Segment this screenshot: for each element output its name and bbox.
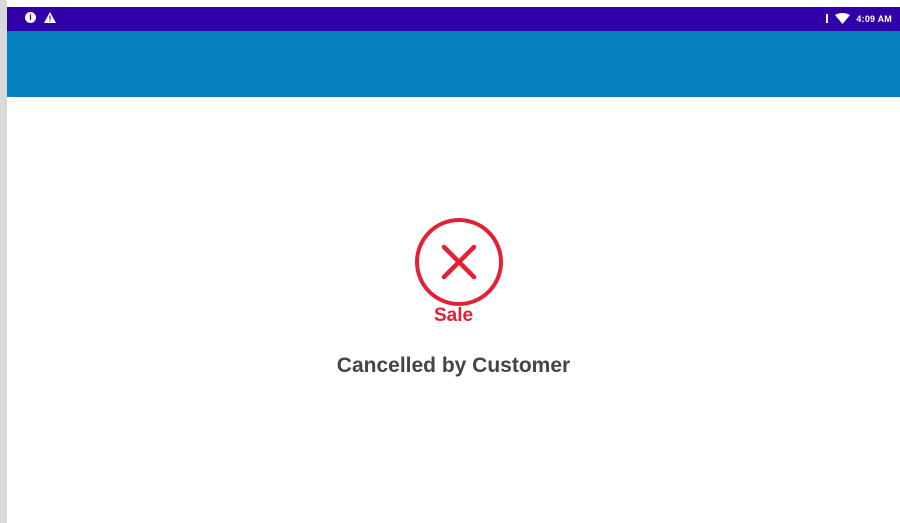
status-left-icons: i [25, 12, 56, 23]
wifi-icon [835, 13, 851, 24]
app-bar [7, 31, 900, 97]
content-area: Sale Cancelled by Customer [7, 97, 900, 523]
status-clock: 4:09 AM [856, 13, 892, 24]
status-right-icons: 4:09 AM [825, 13, 892, 24]
window-left-edge [0, 0, 7, 523]
info-icon: i [25, 12, 36, 23]
cancel-x-circle-icon [413, 216, 505, 308]
warning-icon [44, 12, 56, 23]
transaction-status-message: Cancelled by Customer [336, 354, 571, 377]
signal-icon [825, 14, 829, 23]
payment-result-screen: i 4:09 AM Sale Cancelled by Customer [0, 0, 900, 523]
transaction-type-label: Sale [433, 305, 474, 326]
status-bar: i 4:09 AM [7, 7, 900, 31]
